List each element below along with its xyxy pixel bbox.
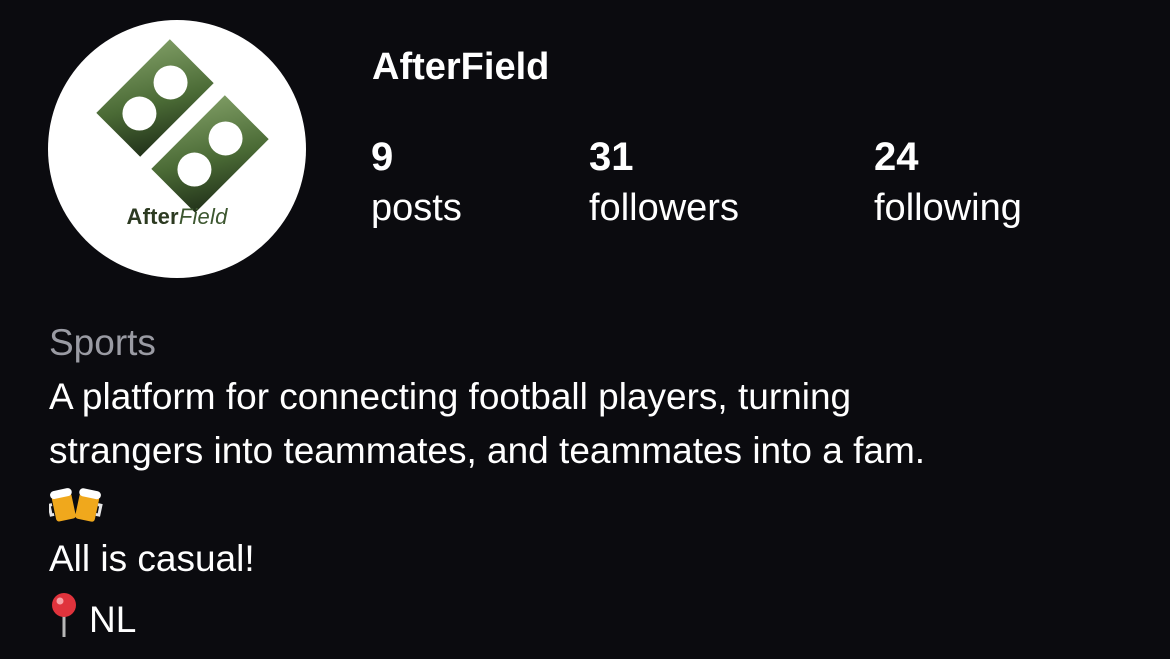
- posts-count: 9: [371, 135, 394, 179]
- posts-label: posts: [371, 187, 462, 229]
- following-label: following: [874, 187, 1022, 229]
- following-count: 24: [874, 135, 919, 179]
- round-pushpin-icon: [52, 593, 76, 637]
- followers-label: followers: [589, 187, 739, 229]
- bio-line-3: All is casual!: [49, 538, 255, 579]
- following-stat[interactable]: 24 following: [874, 133, 1022, 235]
- avatar-logo-text: AfterField: [48, 204, 306, 230]
- logo-text-light: Field: [178, 204, 228, 229]
- bio-emoji-line: [47, 478, 1129, 532]
- bio-location-line: NL: [49, 586, 1129, 647]
- profile-category: Sports: [49, 322, 156, 363]
- followers-stat[interactable]: 31 followers: [589, 133, 739, 235]
- logo-text-bold: After: [126, 204, 179, 229]
- bio-line-2: strangers into teammates, and teammates …: [49, 430, 926, 471]
- afterfield-logo-icon: [96, 39, 269, 213]
- profile-username: AfterField: [372, 46, 550, 88]
- bio-location-text: NL: [89, 599, 137, 640]
- profile-avatar[interactable]: AfterField: [48, 20, 306, 278]
- followers-count: 31: [589, 135, 634, 179]
- bio-line-1: A platform for connecting football playe…: [49, 376, 852, 417]
- posts-stat[interactable]: 9 posts: [371, 133, 462, 235]
- beer-mugs-icon: [47, 488, 103, 522]
- profile-bio: Sports A platform for connecting footbal…: [47, 316, 1129, 647]
